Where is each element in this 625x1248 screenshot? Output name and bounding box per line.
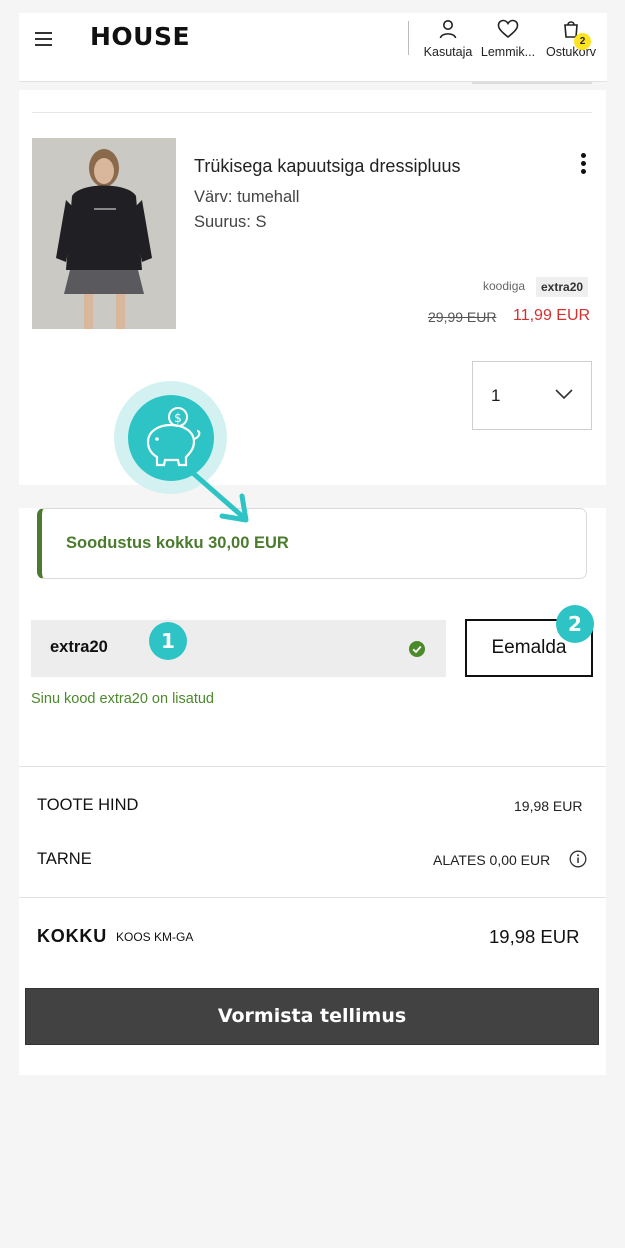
shipping-label: TARNE — [37, 850, 92, 868]
product-photo-illustration — [32, 138, 176, 329]
old-price: 29,99 EUR — [428, 309, 497, 325]
check-circle-icon — [409, 641, 425, 657]
hamburger-menu-icon[interactable] — [35, 30, 53, 46]
account-label: Kasutaja — [423, 45, 473, 59]
info-icon[interactable] — [569, 850, 587, 868]
cart-button[interactable]: Ostukorv 2 — [541, 19, 601, 59]
site-header: HOUSE Kasutaja Lemmik... Ostukorv 2 — [19, 13, 607, 82]
discount-total-box: Soodustus kokku 30,00 EUR — [37, 508, 587, 579]
previous-item-edge — [472, 82, 592, 84]
discount-total-text: Soodustus kokku 30,00 EUR — [66, 534, 289, 552]
site-logo[interactable]: HOUSE — [90, 22, 190, 51]
quantity-select[interactable]: 1 — [472, 361, 592, 430]
total-separator — [19, 897, 606, 898]
quantity-value: 1 — [491, 386, 501, 405]
product-title[interactable]: Trükisega kapuutsiga dressipluus — [194, 156, 460, 177]
header-divider — [408, 21, 409, 55]
step-badge-2: 2 — [556, 605, 594, 643]
product-price-label: TOOTE HIND — [37, 796, 139, 814]
favorites-label: Lemmik... — [480, 45, 536, 59]
code-label: koodiga — [483, 279, 526, 293]
chevron-down-icon — [555, 389, 573, 400]
product-image[interactable] — [32, 138, 176, 329]
total-label: KOKKU — [37, 926, 107, 946]
product-color: Värv: tumehall — [194, 188, 300, 206]
promo-code-value: extra20 — [50, 638, 108, 656]
promo-code-input[interactable]: extra20 — [31, 620, 446, 677]
item-separator — [32, 112, 592, 113]
code-chip: extra20 — [536, 277, 589, 297]
shipping-value: ALATES 0,00 EUR — [433, 852, 551, 868]
promo-success-note: Sinu kood extra20 on lisatud — [31, 691, 214, 707]
svg-text:$: $ — [174, 411, 182, 425]
summary-separator — [19, 766, 606, 767]
user-icon — [439, 20, 457, 39]
step-badge-1: 1 — [149, 622, 187, 660]
sale-price: 11,99 EUR — [513, 307, 591, 324]
product-size: Suurus: S — [194, 213, 267, 231]
total-value: 19,98 EUR — [489, 926, 580, 947]
account-button[interactable]: Kasutaja — [420, 19, 476, 59]
favorites-button[interactable]: Lemmik... — [475, 19, 541, 59]
more-options-icon[interactable] — [565, 146, 601, 182]
product-price-value: 19,98 EUR — [514, 798, 583, 814]
annotation-arrow — [191, 471, 249, 523]
heart-icon — [497, 19, 519, 39]
total-vat-note: KOOS KM-GA — [116, 930, 194, 944]
cart-count-badge: 2 — [574, 33, 591, 50]
checkout-button[interactable]: Vormista tellimus — [25, 988, 599, 1045]
cart-item-card: Trükisega kapuutsiga dressipluus Värv: t… — [19, 90, 606, 485]
